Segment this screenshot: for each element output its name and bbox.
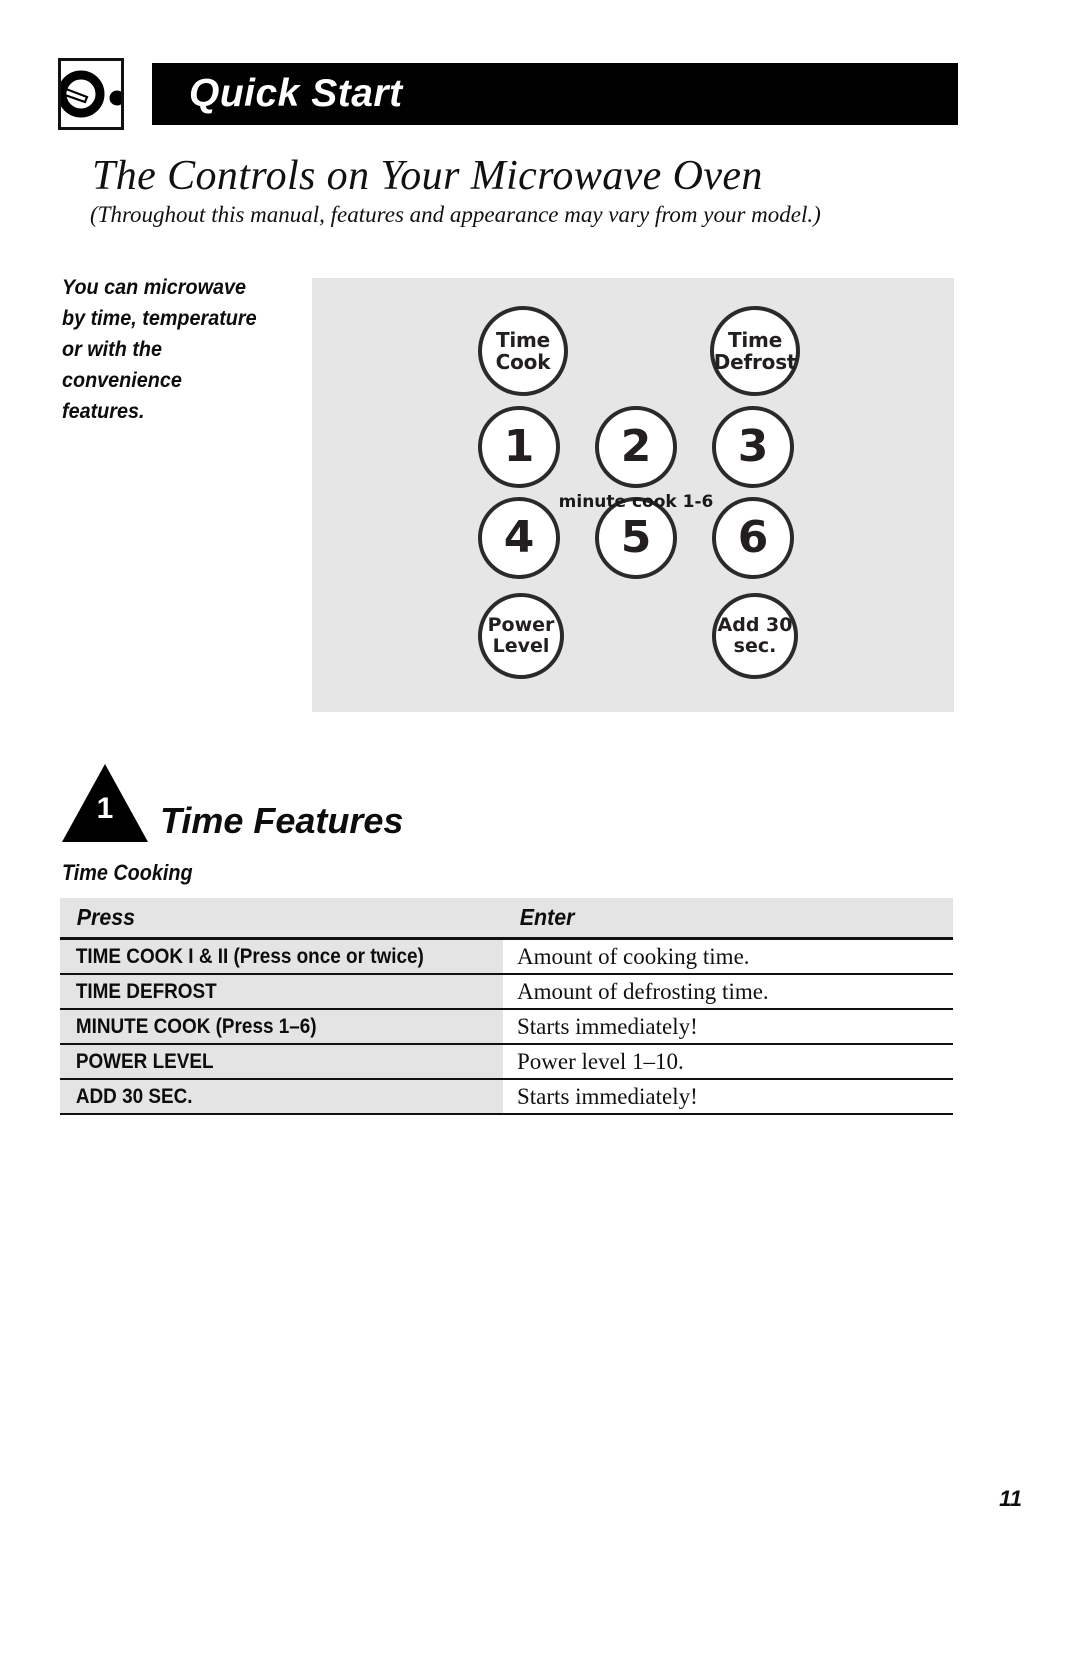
table-row: TIME DEFROST Amount of defrosting time. [60, 974, 953, 1010]
page-header: Quick Start [58, 58, 958, 130]
time-defrost-button[interactable]: Time Defrost [710, 306, 800, 396]
table-cell-enter: Amount of defrosting time. [503, 974, 953, 1010]
enter-value: Amount of defrosting time. [517, 978, 769, 1004]
button-label: 5 [620, 512, 652, 563]
control-panel-diagram: Time Cook Time Defrost 1 2 3 4 5 6 Power Level Ad… [312, 278, 954, 712]
quick-start-title: Quick Start [189, 72, 403, 115]
table-header-row: Press Enter [60, 898, 953, 940]
table-cell-enter: Starts immediately! [503, 1009, 953, 1045]
table-cell-press: MINUTE COOK (Press 1–6) [60, 1009, 503, 1045]
minute-cook-caption: minute cook 1-6 [558, 492, 714, 512]
column-header-enter: Enter [503, 898, 953, 940]
enter-value: Starts immediately! [517, 1013, 698, 1039]
button-label: 4 [503, 512, 535, 563]
button-label: 1 [503, 421, 535, 472]
enter-value: Starts immediately! [517, 1083, 698, 1109]
digit-6-button[interactable]: 6 [712, 497, 794, 579]
quick-start-banner: Quick Start [152, 63, 958, 125]
section-title: Time Features [160, 800, 404, 841]
button-label: 3 [737, 421, 769, 472]
table-row: POWER LEVEL Power level 1–10. [60, 1044, 953, 1080]
add-30-sec-button[interactable]: Add 30 sec. [712, 593, 798, 679]
time-cook-button[interactable]: Time Cook [478, 306, 568, 396]
triangle-badge-icon: 1 [60, 762, 150, 844]
page-number: 11 [999, 1486, 1022, 1511]
press-label: TIME COOK I & II (Press once or twice) [75, 944, 424, 968]
table-cell-press: TIME DEFROST [60, 974, 503, 1010]
press-label: ADD 30 SEC. [75, 1084, 193, 1108]
button-label: Power Level [487, 614, 555, 657]
enter-value: Amount of cooking time. [517, 943, 750, 969]
microwave-dial-icon [58, 58, 124, 130]
column-header-press: Press [60, 898, 503, 940]
table-row: TIME COOK I & II (Press once or twice) Am… [60, 938, 953, 975]
digit-1-button[interactable]: 1 [478, 406, 560, 488]
table-row: ADD 30 SEC. Starts immediately! [60, 1079, 953, 1115]
page-title: The Controls on Your Microwave Oven [92, 153, 763, 199]
button-label: Add 30 sec. [717, 614, 793, 657]
press-label: MINUTE COOK (Press 1–6) [75, 1014, 317, 1038]
section-marker: 1 Time Features [60, 762, 490, 852]
table-row: MINUTE COOK (Press 1–6) Starts immediatel… [60, 1009, 953, 1045]
table-cell-press: TIME COOK I & II (Press once or twice) [60, 938, 503, 975]
sub-section-label: Time Cooking [62, 860, 193, 885]
section-number: 1 [96, 792, 114, 825]
page-subtitle: (Throughout this manual, features and ap… [90, 202, 821, 227]
press-label: TIME DEFROST [75, 979, 217, 1003]
digit-3-button[interactable]: 3 [712, 406, 794, 488]
press-label: POWER LEVEL [75, 1049, 214, 1073]
button-label: Time Cook [495, 328, 551, 374]
digit-4-button[interactable]: 4 [478, 497, 560, 579]
button-label: Time Defrost [713, 328, 797, 374]
enter-value: Power level 1–10. [517, 1048, 684, 1074]
table-cell-enter: Amount of cooking time. [503, 938, 953, 975]
digit-2-button[interactable]: 2 [595, 406, 677, 488]
button-label: 6 [737, 512, 769, 563]
time-cooking-table: Press Enter TIME COOK I & II (Press once… [60, 898, 953, 1115]
power-level-button[interactable]: Power Level [478, 593, 564, 679]
side-note-text: You can microwave by time, temperature o… [62, 275, 257, 423]
table-cell-enter: Starts immediately! [503, 1079, 953, 1115]
table-cell-press: POWER LEVEL [60, 1044, 503, 1080]
button-label: 2 [620, 421, 652, 472]
manual-page: Quick Start The Controls on Your Microwa… [0, 0, 1080, 1669]
table-cell-enter: Power level 1–10. [503, 1044, 953, 1080]
table-cell-press: ADD 30 SEC. [60, 1079, 503, 1115]
